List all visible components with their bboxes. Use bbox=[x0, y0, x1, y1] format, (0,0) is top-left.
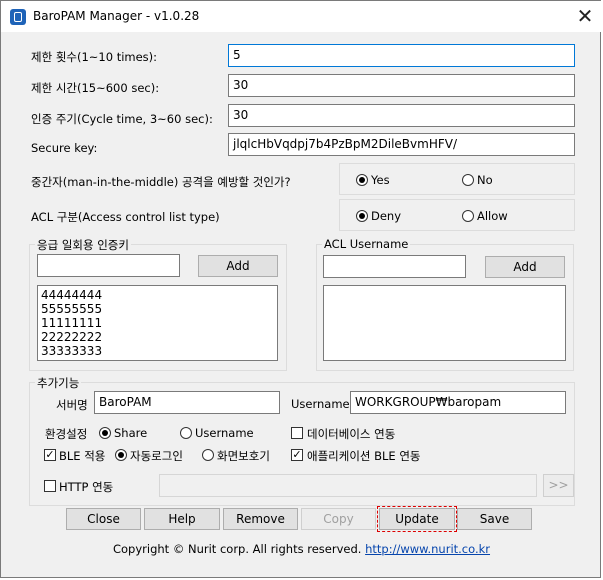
emergency-key-input[interactable] bbox=[37, 254, 180, 277]
env-setting-label: 환경설정 bbox=[45, 427, 88, 441]
env-username-label: Username bbox=[195, 426, 254, 440]
secure-key-input[interactable]: jlqlcHbVqdpj7b4PzBpM2DileBvmHFV/ bbox=[228, 133, 575, 156]
mitm-yes-label: Yes bbox=[371, 173, 390, 187]
http-go-button[interactable]: >> bbox=[543, 474, 574, 497]
mitm-label: 중간자(man-in-the-middle) 공격을 예방할 것인가? bbox=[31, 175, 291, 189]
acl-type-label: ACL 구분(Access control list type) bbox=[31, 210, 220, 224]
acl-allow-radio[interactable] bbox=[462, 210, 474, 222]
username-input[interactable]: WORKGROUP₩baropam bbox=[350, 391, 566, 414]
help-button[interactable]: Help bbox=[144, 508, 220, 530]
acl-username-add-button[interactable]: Add bbox=[485, 256, 565, 278]
screensaver-radio[interactable] bbox=[202, 449, 214, 461]
acl-deny-radio[interactable] bbox=[356, 210, 368, 222]
limit-time-label: 제한 시간(15~600 sec): bbox=[31, 81, 160, 95]
emergency-key-item[interactable]: 22222222 bbox=[41, 330, 274, 344]
close-button[interactable]: Close bbox=[66, 508, 141, 530]
cycle-time-input[interactable]: 30 bbox=[228, 104, 575, 127]
emergency-key-list[interactable]: 44444444 55555555 11111111 22222222 33333333 bbox=[37, 285, 278, 361]
env-share-radio[interactable] bbox=[99, 427, 111, 439]
env-share-label: Share bbox=[114, 426, 148, 440]
app-ble-label: 애플리케이션 BLE 연동 bbox=[307, 449, 421, 463]
website-link[interactable]: http://www.nurit.co.kr bbox=[365, 542, 490, 556]
emergency-key-item[interactable]: 55555555 bbox=[41, 302, 274, 316]
remove-button[interactable]: Remove bbox=[223, 508, 298, 530]
acl-username-title: ACL Username bbox=[322, 237, 411, 251]
main-window: BaroPAM Manager - v1.0.28 ✕ 제한 횟수(1~10 t… bbox=[0, 0, 602, 578]
app-ble-checkbox[interactable]: ✓ bbox=[291, 449, 303, 461]
limit-time-input[interactable]: 30 bbox=[228, 74, 575, 97]
db-link-checkbox[interactable] bbox=[291, 427, 303, 439]
acl-username-list[interactable] bbox=[323, 285, 566, 361]
db-link-label: 데이터베이스 연동 bbox=[307, 427, 396, 441]
mitm-no-radio[interactable] bbox=[462, 174, 474, 186]
autologin-radio[interactable] bbox=[115, 449, 127, 461]
acl-allow-label: Allow bbox=[477, 209, 508, 223]
app-icon bbox=[10, 9, 26, 25]
mitm-yes-radio[interactable] bbox=[356, 174, 368, 186]
server-name-input[interactable]: BaroPAM bbox=[94, 391, 280, 414]
save-button[interactable]: Save bbox=[457, 508, 532, 530]
server-name-label: 서버명 bbox=[56, 398, 88, 412]
update-button[interactable]: Update bbox=[377, 506, 457, 532]
secure-key-label: Secure key: bbox=[31, 141, 98, 155]
emergency-key-title: 응급 일회용 인증키 bbox=[35, 237, 131, 253]
username-label: Username bbox=[291, 397, 350, 411]
window-title: BaroPAM Manager - v1.0.28 bbox=[33, 9, 200, 23]
limit-count-input[interactable]: 5 bbox=[228, 44, 575, 67]
emergency-key-item[interactable]: 44444444 bbox=[41, 288, 274, 302]
http-label: HTTP 연동 bbox=[59, 480, 114, 494]
screensaver-label: 화면보호기 bbox=[217, 449, 270, 463]
env-username-radio[interactable] bbox=[180, 427, 192, 439]
ble-label: BLE 적용 bbox=[59, 449, 106, 463]
emergency-key-item[interactable]: 11111111 bbox=[41, 316, 274, 330]
cycle-time-label: 인증 주기(Cycle time, 3~60 sec): bbox=[31, 112, 213, 126]
limit-count-label: 제한 횟수(1~10 times): bbox=[31, 50, 158, 64]
acl-username-input[interactable] bbox=[323, 255, 466, 278]
emergency-key-item[interactable]: 33333333 bbox=[41, 344, 274, 358]
footer: Copyright © Nurit corp. All rights reser… bbox=[1, 542, 602, 556]
emergency-add-button[interactable]: Add bbox=[198, 255, 278, 277]
ble-checkbox[interactable]: ✓ bbox=[44, 449, 56, 461]
autologin-label: 자동로그인 bbox=[130, 449, 183, 463]
close-window-icon[interactable]: ✕ bbox=[573, 4, 597, 28]
http-input[interactable] bbox=[159, 474, 537, 497]
acl-deny-label: Deny bbox=[371, 209, 402, 223]
mitm-no-label: No bbox=[477, 173, 493, 187]
copy-button[interactable]: Copy bbox=[301, 508, 376, 530]
extra-features-title: 추가기능 bbox=[35, 375, 82, 391]
title-bar: BaroPAM Manager - v1.0.28 ✕ bbox=[1, 1, 602, 32]
http-checkbox[interactable] bbox=[44, 480, 56, 492]
copyright-text: Copyright © Nurit corp. All rights reser… bbox=[112, 542, 362, 556]
